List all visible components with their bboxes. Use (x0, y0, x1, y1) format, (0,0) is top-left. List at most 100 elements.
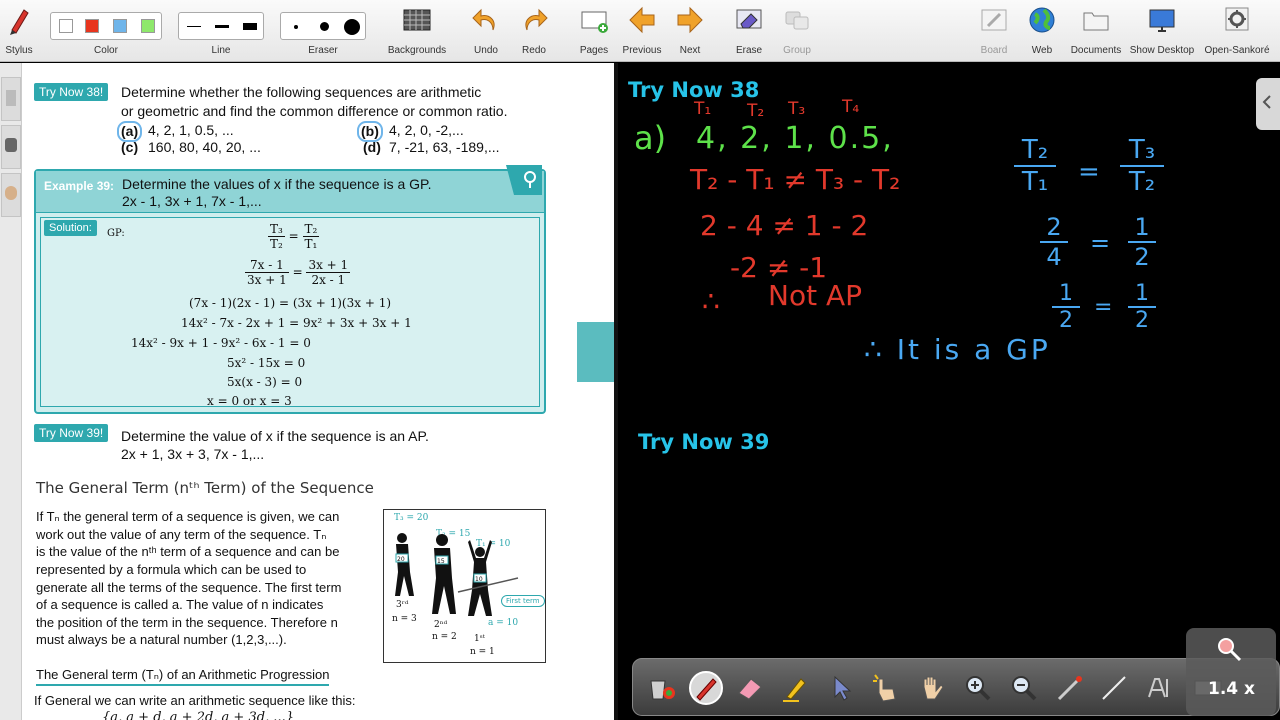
undo-button[interactable]: Undo (468, 4, 504, 58)
show-desktop-button[interactable]: Show Desktop (1128, 4, 1196, 58)
paint-bucket-icon (650, 680, 675, 700)
line-tool: Line (178, 4, 264, 58)
page-edge-tab[interactable] (577, 322, 614, 382)
monitor-icon (1149, 9, 1175, 32)
hand-pan-tool-button[interactable] (915, 671, 949, 705)
add-page-icon (581, 11, 608, 33)
annotation-ratio-left: T₂ T₁ (1014, 135, 1056, 197)
values-left-den: 4 (1046, 243, 1062, 271)
ratio-left-num: T₂ (1014, 135, 1056, 167)
line-thin-option[interactable] (181, 19, 207, 35)
eraser-tool-button[interactable] (733, 671, 767, 705)
erase-button[interactable]: Erase (728, 4, 770, 58)
annotation-part-a: a) (634, 119, 667, 157)
stylus-tool[interactable]: Stylus (2, 4, 36, 58)
color-tool: Color (50, 4, 162, 58)
stylus-palette (632, 658, 1280, 716)
zoom-magnifier-icon (1218, 638, 1242, 662)
line-thick-option[interactable] (237, 19, 263, 35)
annotation-t3: T₃ (788, 99, 806, 119)
annotation-ratio-equals: = (1078, 157, 1100, 187)
annotation-not-ap: Not AP (768, 279, 862, 312)
ratio-equation-2: 7x - 1 3x + 1 = 3x + 1 2x - 1 (245, 258, 351, 287)
highlighter-tool-button[interactable] (779, 671, 813, 705)
zoom-in-icon (966, 676, 991, 701)
ap-intro-line: If General we can write an arithmetic se… (34, 693, 356, 708)
ratio-left-den: T₁ (1021, 167, 1049, 197)
frac2-den-right: 2x - 1 (311, 273, 346, 287)
general-term-line-5: generate all the terms of the sequence. … (36, 580, 342, 595)
color-swatch-white[interactable] (59, 19, 73, 33)
example-39-header: Example 39: Determine the values of x if… (36, 165, 544, 213)
color-swatch-green[interactable] (141, 19, 155, 33)
group-button[interactable]: Group (776, 4, 818, 58)
zoom-out-tool-button[interactable] (1007, 671, 1041, 705)
zoom-in-tool-button[interactable] (961, 671, 995, 705)
previous-arrow-icon (629, 6, 655, 34)
text-tool-button[interactable] (1143, 671, 1177, 705)
line-draw-tool-button[interactable] (1097, 671, 1131, 705)
highlighter-icon (783, 678, 806, 702)
color-fill-tool-button[interactable] (645, 671, 679, 705)
option-c-text: 160, 80, 40, 20, ... (148, 139, 261, 155)
fig-label-third: 3ʳᵈ (396, 600, 409, 610)
redo-button[interactable]: Redo (516, 4, 552, 58)
annotation-simplified-right: 12 (1128, 281, 1156, 333)
hand-icon (923, 676, 944, 700)
side-tab-tools[interactable] (1, 173, 21, 217)
example-39-sequence: 2x - 1, 3x + 1, 7x - 1,... (122, 193, 262, 209)
general-term-line-3: is the value of the nᵗʰ term of a sequen… (36, 544, 340, 559)
pages-button[interactable]: Pages (574, 4, 614, 58)
eraser-medium-option[interactable] (311, 19, 337, 35)
left-side-panel (0, 63, 22, 720)
try-now-39-tag: Try Now 39! (34, 424, 109, 442)
laser-pointer-tool-button[interactable] (1053, 671, 1087, 705)
general-term-line-2: work out the value of any term of the se… (36, 527, 327, 542)
gp-label: GP: (107, 228, 125, 239)
first-term-callout: First term (501, 595, 545, 607)
zoom-out-icon (1012, 676, 1037, 701)
location-pin-icon (506, 165, 542, 195)
main-toolbar: Stylus Color Line Eraser Backgrounds Und… (0, 0, 1280, 62)
simplified-left-den: 2 (1059, 308, 1073, 333)
interact-tool-button[interactable] (869, 671, 903, 705)
color-palette (50, 12, 162, 40)
select-tool-button[interactable] (825, 671, 859, 705)
ratio-equation-1: T₃ T₂ = T₂ T₁ (268, 222, 320, 251)
example-39-tag: Example 39: (44, 179, 115, 193)
open-sankore-button[interactable]: Open-Sankoré (1202, 4, 1272, 58)
folder-icon (1083, 12, 1109, 31)
side-tab-pages[interactable] (1, 77, 21, 121)
fig-label-a10: a = 10 (488, 618, 519, 628)
previous-page-button[interactable]: Previous (620, 4, 664, 58)
textbook-page: Try Now 38! Determine whether the follow… (22, 63, 614, 720)
right-panel-handle[interactable] (1256, 78, 1280, 130)
annotation-difference-values: 2 - 4 ≠ 1 - 2 (700, 209, 869, 242)
solution-tag: Solution: (44, 220, 97, 236)
option-c-label: (c) (121, 139, 139, 155)
try-now-38-tag: Try Now 38! (34, 83, 109, 101)
board-button[interactable]: Board (974, 4, 1014, 58)
graduation-cap-icon (5, 138, 17, 152)
try-now-39-sequence: 2x + 1, 3x + 3, 7x - 1,... (121, 446, 265, 462)
eraser-icon (738, 678, 762, 700)
example-39-box: Example 39: Determine the values of x if… (34, 165, 546, 414)
color-swatch-red[interactable] (85, 19, 99, 33)
web-button[interactable]: Web (1022, 4, 1062, 58)
next-page-button[interactable]: Next (670, 4, 710, 58)
globe-icon (1029, 7, 1055, 33)
side-tab-library[interactable] (1, 125, 21, 169)
annotation-values-left: 24 (1040, 213, 1068, 271)
solution-step-3: 14x² - 9x + 1 - 9x² - 6x - 1 = 0 (131, 336, 311, 350)
backgrounds-tool[interactable]: Backgrounds (384, 4, 450, 58)
eraser-small-option[interactable] (283, 19, 309, 35)
pen-tool-button[interactable] (689, 671, 723, 705)
eraser-large-option[interactable] (339, 19, 365, 35)
annotation-ratio-right: T₃ T₂ (1120, 135, 1164, 197)
runners-figure: T₃ = 20 T₂ = 15 T₁ = 10 20 15 10 First t… (383, 509, 546, 663)
whiteboard-canvas[interactable]: Try Now 38 T₁ T₂ T₃ T₄ a) 4, 2, 1, 0.5, … (618, 63, 1280, 720)
color-swatch-blue[interactable] (113, 19, 127, 33)
documents-button[interactable]: Documents (1068, 4, 1124, 58)
line-medium-option[interactable] (209, 19, 235, 35)
ap-sequence-form: {a, a + d, a + 2d, a + 3d, ...} (102, 710, 294, 720)
